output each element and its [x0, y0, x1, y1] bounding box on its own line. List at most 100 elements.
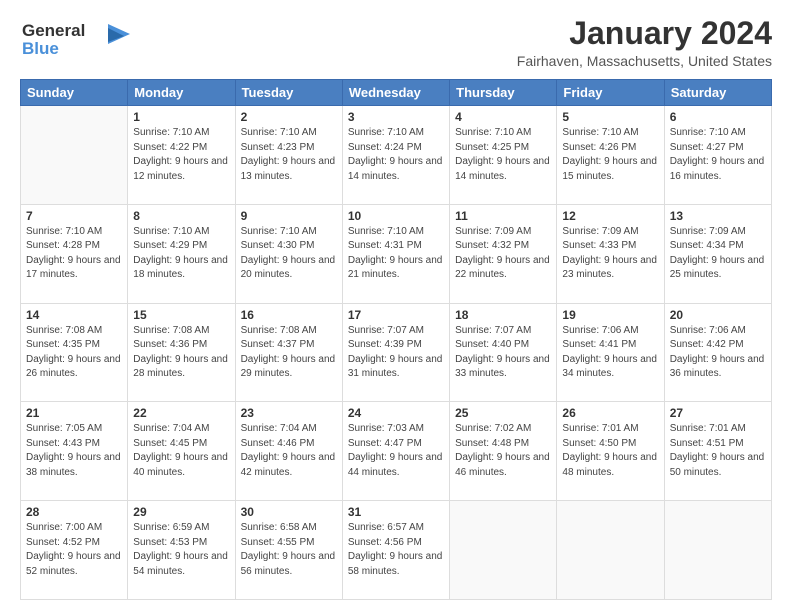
day-info: Sunrise: 7:10 AM Sunset: 4:29 PM Dayligh… [133, 225, 229, 283]
day-number: 13 [670, 209, 766, 223]
day-info: Sunrise: 7:02 AM Sunset: 4:48 PM Dayligh… [455, 422, 551, 480]
day-info: Sunrise: 7:04 AM Sunset: 4:45 PM Dayligh… [133, 422, 229, 480]
day-number: 31 [348, 505, 444, 519]
calendar-cell [557, 501, 664, 600]
day-number: 12 [562, 209, 658, 223]
logo: General Blue [20, 16, 130, 65]
calendar-cell: 22Sunrise: 7:04 AM Sunset: 4:45 PM Dayli… [128, 402, 235, 501]
calendar-cell: 12 Sunrise: 7:09 AM Sunset: 4:33 PM Dayli… [557, 204, 664, 303]
day-info: Sunrise: 6:59 AM Sunset: 4:53 PM Dayligh… [133, 521, 229, 579]
calendar-week-3: 21 Sunrise: 7:05 AM Sunset: 4:43 PM Dayli… [21, 402, 772, 501]
day-info: Sunrise: 7:01 AM Sunset: 4:50 PM Dayligh… [562, 422, 658, 480]
day-number: 14 [26, 308, 122, 322]
calendar-cell: 3 Sunrise: 7:10 AM Sunset: 4:24 PM Daylig… [342, 106, 449, 205]
day-info: Sunrise: 7:04 AM Sunset: 4:46 PM Dayligh… [241, 422, 337, 480]
calendar-cell: 13 Sunrise: 7:09 AM Sunset: 4:34 PM Dayli… [664, 204, 771, 303]
day-number: 8 [133, 209, 229, 223]
main-title: January 2024 [517, 16, 772, 51]
day-number: 29 [133, 505, 229, 519]
calendar-cell: 25 Sunrise: 7:02 AM Sunset: 4:48 PM Dayli… [450, 402, 557, 501]
day-number: 19 [562, 308, 658, 322]
day-number: 23 [241, 406, 337, 420]
calendar-cell: 1 Sunrise: 7:10 AM Sunset: 4:22 PM Daylig… [128, 106, 235, 205]
day-info: Sunrise: 7:10 AM Sunset: 4:26 PM Dayligh… [562, 126, 658, 184]
day-info: Sunrise: 7:10 AM Sunset: 4:27 PM Dayligh… [670, 126, 766, 184]
day-number: 17 [348, 308, 444, 322]
day-info: Sunrise: 7:08 AM Sunset: 4:36 PM Dayligh… [133, 324, 229, 382]
svg-text:General: General [22, 21, 85, 40]
header: General Blue January 2024 Fairhaven, Mas… [20, 16, 772, 69]
day-info: Sunrise: 7:10 AM Sunset: 4:24 PM Dayligh… [348, 126, 444, 184]
day-number: 5 [562, 110, 658, 124]
day-number: 25 [455, 406, 551, 420]
calendar-cell: 10 Sunrise: 7:10 AM Sunset: 4:31 PM Dayli… [342, 204, 449, 303]
calendar-week-0: 1 Sunrise: 7:10 AM Sunset: 4:22 PM Daylig… [21, 106, 772, 205]
calendar-cell: 8 Sunrise: 7:10 AM Sunset: 4:29 PM Daylig… [128, 204, 235, 303]
header-saturday: Saturday [664, 80, 771, 106]
calendar-cell: 20Sunrise: 7:06 AM Sunset: 4:42 PM Dayli… [664, 303, 771, 402]
title-block: January 2024 Fairhaven, Massachusetts, U… [517, 16, 772, 69]
header-tuesday: Tuesday [235, 80, 342, 106]
header-monday: Monday [128, 80, 235, 106]
day-info: Sunrise: 7:10 AM Sunset: 4:28 PM Dayligh… [26, 225, 122, 283]
day-info: Sunrise: 7:10 AM Sunset: 4:23 PM Dayligh… [241, 126, 337, 184]
day-info: Sunrise: 7:09 AM Sunset: 4:34 PM Dayligh… [670, 225, 766, 283]
calendar-cell: 16 Sunrise: 7:08 AM Sunset: 4:37 PM Dayli… [235, 303, 342, 402]
day-number: 15 [133, 308, 229, 322]
calendar-cell: 23 Sunrise: 7:04 AM Sunset: 4:46 PM Dayli… [235, 402, 342, 501]
day-number: 2 [241, 110, 337, 124]
calendar-cell: 6Sunrise: 7:10 AM Sunset: 4:27 PM Daylig… [664, 106, 771, 205]
day-number: 18 [455, 308, 551, 322]
calendar-cell: 14Sunrise: 7:08 AM Sunset: 4:35 PM Dayli… [21, 303, 128, 402]
calendar-cell: 5 Sunrise: 7:10 AM Sunset: 4:26 PM Daylig… [557, 106, 664, 205]
calendar-table: Sunday Monday Tuesday Wednesday Thursday… [20, 79, 772, 600]
day-info: Sunrise: 7:09 AM Sunset: 4:33 PM Dayligh… [562, 225, 658, 283]
day-number: 4 [455, 110, 551, 124]
calendar-cell: 17Sunrise: 7:07 AM Sunset: 4:39 PM Dayli… [342, 303, 449, 402]
calendar-cell: 31 Sunrise: 6:57 AM Sunset: 4:56 PM Dayli… [342, 501, 449, 600]
calendar-cell [664, 501, 771, 600]
day-info: Sunrise: 7:06 AM Sunset: 4:42 PM Dayligh… [670, 324, 766, 382]
calendar-cell: 4 Sunrise: 7:10 AM Sunset: 4:25 PM Daylig… [450, 106, 557, 205]
calendar-cell: 15 Sunrise: 7:08 AM Sunset: 4:36 PM Dayli… [128, 303, 235, 402]
day-info: Sunrise: 7:10 AM Sunset: 4:31 PM Dayligh… [348, 225, 444, 283]
calendar-cell: 11 Sunrise: 7:09 AM Sunset: 4:32 PM Dayli… [450, 204, 557, 303]
day-number: 21 [26, 406, 122, 420]
day-number: 10 [348, 209, 444, 223]
calendar-cell: 9Sunrise: 7:10 AM Sunset: 4:30 PM Daylig… [235, 204, 342, 303]
day-info: Sunrise: 7:08 AM Sunset: 4:37 PM Dayligh… [241, 324, 337, 382]
day-number: 3 [348, 110, 444, 124]
day-info: Sunrise: 7:10 AM Sunset: 4:22 PM Dayligh… [133, 126, 229, 184]
calendar-cell: 30Sunrise: 6:58 AM Sunset: 4:55 PM Dayli… [235, 501, 342, 600]
calendar-cell: 7 Sunrise: 7:10 AM Sunset: 4:28 PM Daylig… [21, 204, 128, 303]
calendar-cell: 29 Sunrise: 6:59 AM Sunset: 4:53 PM Dayli… [128, 501, 235, 600]
calendar-cell: 19Sunrise: 7:06 AM Sunset: 4:41 PM Dayli… [557, 303, 664, 402]
calendar-week-4: 28Sunrise: 7:00 AM Sunset: 4:52 PM Dayli… [21, 501, 772, 600]
day-info: Sunrise: 7:03 AM Sunset: 4:47 PM Dayligh… [348, 422, 444, 480]
day-info: Sunrise: 7:00 AM Sunset: 4:52 PM Dayligh… [26, 521, 122, 579]
day-info: Sunrise: 7:05 AM Sunset: 4:43 PM Dayligh… [26, 422, 122, 480]
calendar-cell: 21 Sunrise: 7:05 AM Sunset: 4:43 PM Dayli… [21, 402, 128, 501]
day-info: Sunrise: 7:07 AM Sunset: 4:40 PM Dayligh… [455, 324, 551, 382]
calendar-cell: 2 Sunrise: 7:10 AM Sunset: 4:23 PM Daylig… [235, 106, 342, 205]
day-number: 11 [455, 209, 551, 223]
day-info: Sunrise: 7:09 AM Sunset: 4:32 PM Dayligh… [455, 225, 551, 283]
calendar-cell: 27Sunrise: 7:01 AM Sunset: 4:51 PM Dayli… [664, 402, 771, 501]
calendar-week-2: 14Sunrise: 7:08 AM Sunset: 4:35 PM Dayli… [21, 303, 772, 402]
header-friday: Friday [557, 80, 664, 106]
day-number: 1 [133, 110, 229, 124]
calendar-cell: 28Sunrise: 7:00 AM Sunset: 4:52 PM Dayli… [21, 501, 128, 600]
header-wednesday: Wednesday [342, 80, 449, 106]
day-number: 7 [26, 209, 122, 223]
logo-text-block: General Blue [20, 16, 130, 65]
day-info: Sunrise: 7:10 AM Sunset: 4:25 PM Dayligh… [455, 126, 551, 184]
day-number: 16 [241, 308, 337, 322]
calendar-cell [450, 501, 557, 600]
day-info: Sunrise: 6:58 AM Sunset: 4:55 PM Dayligh… [241, 521, 337, 579]
calendar-cell: 26 Sunrise: 7:01 AM Sunset: 4:50 PM Dayli… [557, 402, 664, 501]
calendar-cell: 18 Sunrise: 7:07 AM Sunset: 4:40 PM Dayli… [450, 303, 557, 402]
calendar-cell [21, 106, 128, 205]
day-number: 24 [348, 406, 444, 420]
day-number: 26 [562, 406, 658, 420]
day-info: Sunrise: 6:57 AM Sunset: 4:56 PM Dayligh… [348, 521, 444, 579]
